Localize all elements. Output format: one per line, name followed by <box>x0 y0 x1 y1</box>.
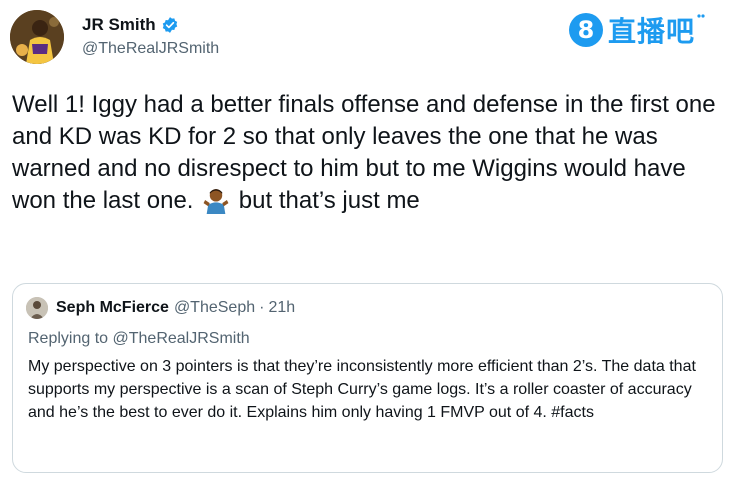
author-name-row: JR Smith <box>82 14 219 36</box>
quoted-separator: · <box>259 299 265 316</box>
verified-badge-icon <box>162 17 177 33</box>
replying-mention[interactable]: @TheRealJRSmith <box>113 330 250 347</box>
quoted-author-name[interactable]: Seph McFierce <box>56 299 169 317</box>
zhibo8-watermark: 8 直播吧 <box>569 10 705 50</box>
quoted-tweet-header: Seph McFierce @TheSeph · 21h <box>26 297 295 319</box>
replying-to: Replying to @TheRealJRSmith <box>28 330 250 348</box>
tweet-text: Well 1! Iggy had a better finals offense… <box>12 89 724 217</box>
author-avatar[interactable] <box>10 10 64 64</box>
quoted-avatar-image <box>26 297 48 319</box>
replying-prefix: Replying to <box>28 330 109 347</box>
avatar-image <box>10 10 64 64</box>
author-handle[interactable]: @TheRealJRSmith <box>82 40 219 58</box>
author-info: JR Smith @TheRealJRSmith <box>82 14 219 58</box>
tweet-text-end: but that’s just me <box>238 187 420 214</box>
author-name[interactable]: JR Smith <box>82 15 156 35</box>
quoted-author-avatar[interactable] <box>26 297 48 319</box>
quoted-tweet[interactable]: Seph McFierce @TheSeph · 21h Replying to… <box>12 283 723 473</box>
person-shrugging-emoji <box>203 189 229 214</box>
quoted-timestamp[interactable]: 21h <box>268 299 295 317</box>
quoted-author-handle[interactable]: @TheSeph <box>174 299 255 317</box>
watermark-dots-icon <box>697 14 705 18</box>
tweet-card: JR Smith @TheRealJRSmith 8 直播吧 Well 1! I… <box>0 0 736 480</box>
quoted-tweet-text: My perspective on 3 pointers is that the… <box>28 358 696 421</box>
watermark-text: 直播吧 <box>608 15 696 48</box>
watermark-circle: 8 <box>569 13 603 47</box>
